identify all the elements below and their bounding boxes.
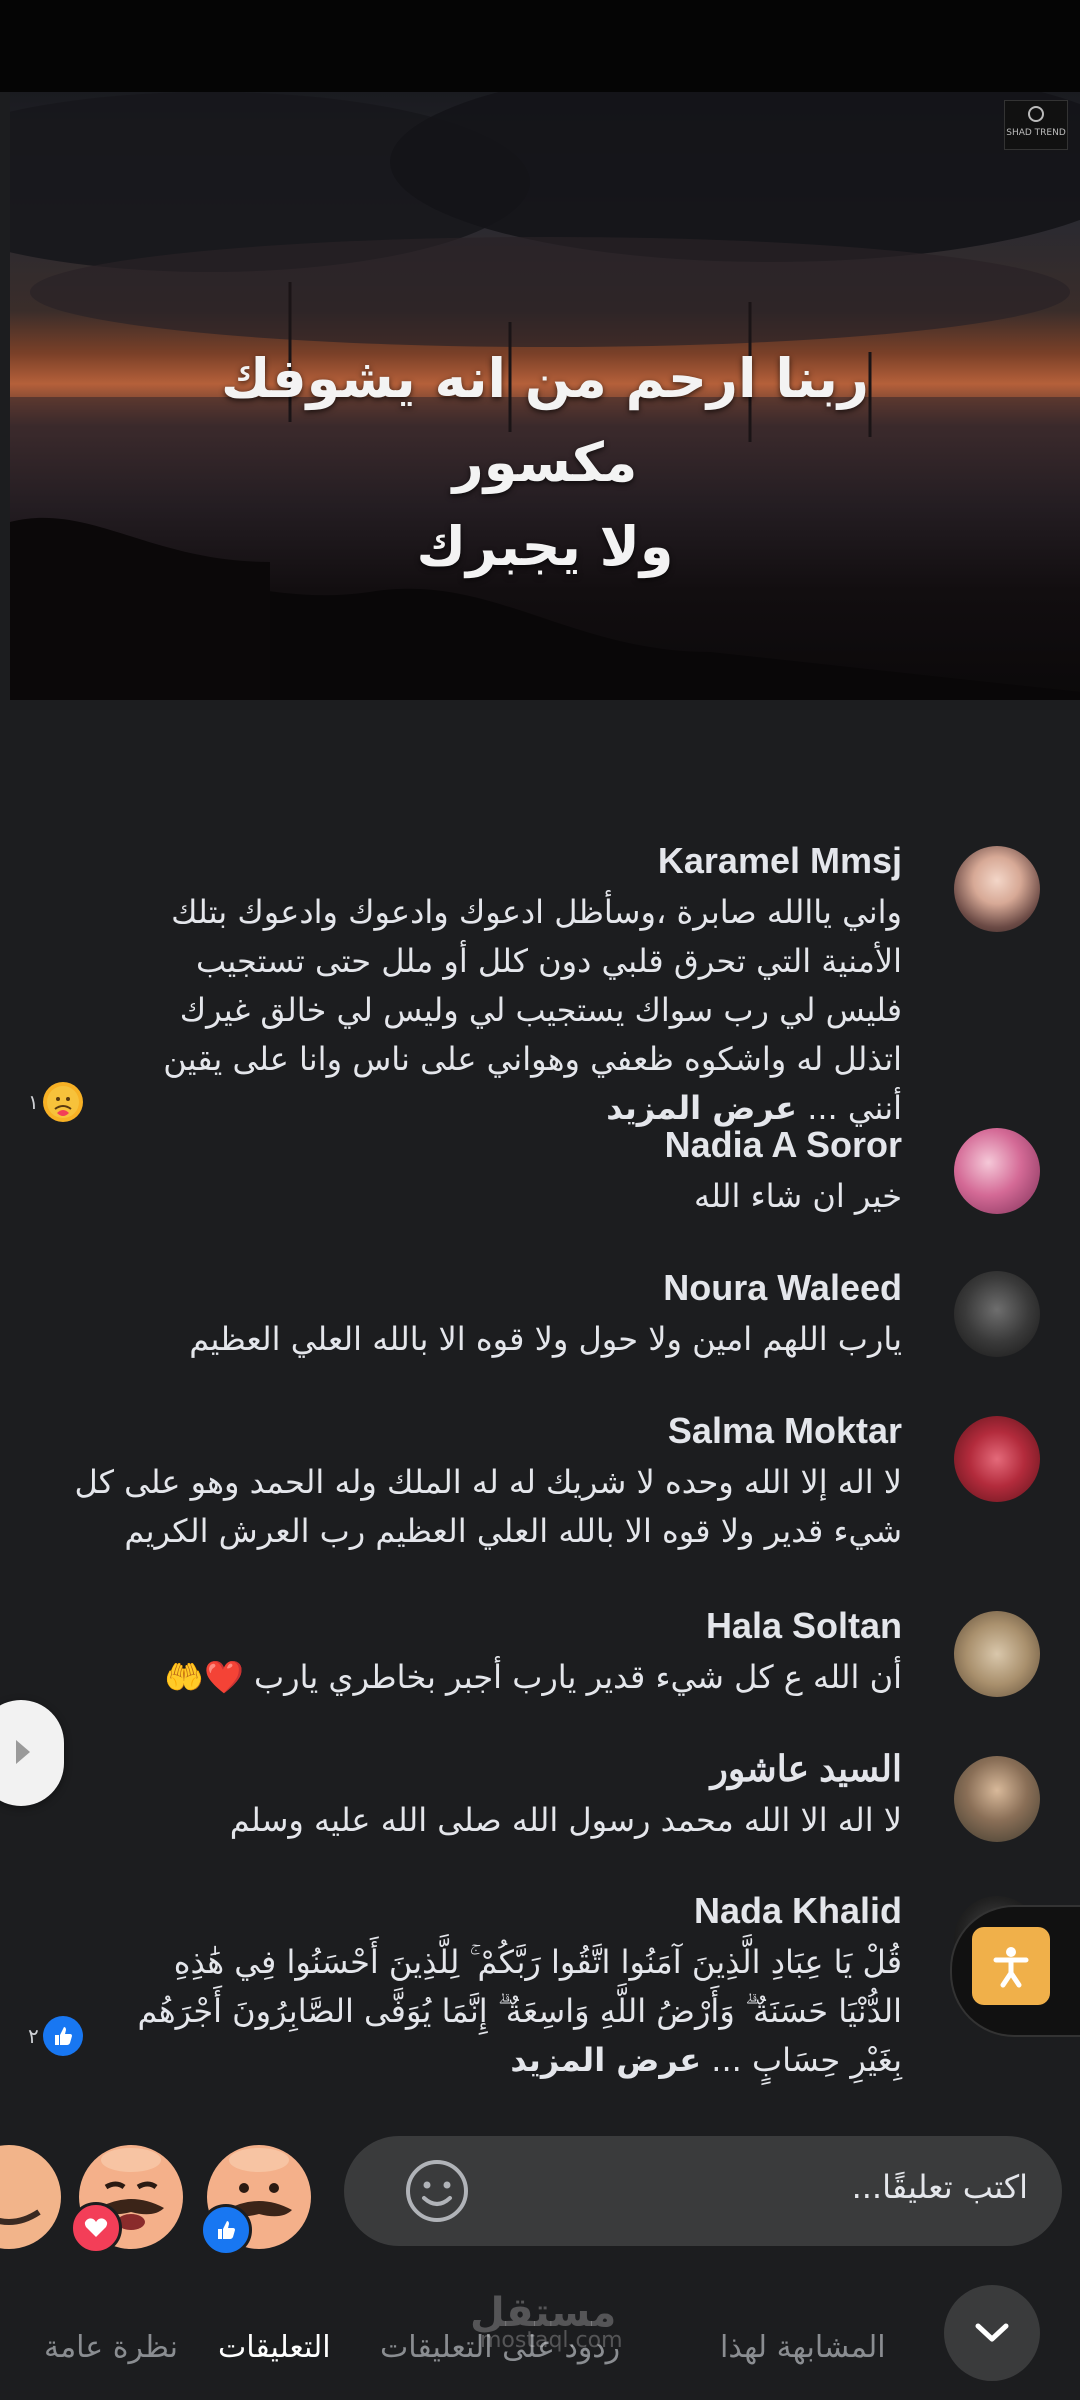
avatar[interactable] — [954, 1416, 1040, 1502]
top-bar — [0, 0, 1080, 92]
comment-item: Salma Moktar لا اله إلا الله وحده لا شري… — [0, 1410, 1080, 1570]
comment-text: أن الله ع كل شيء قدير يارب أجبر بخاطري ي… — [164, 1658, 902, 1696]
comments-list[interactable]: Karamel Mmsj واني ياالله صابرة ،وسأظل اد… — [0, 700, 1080, 2120]
comment-line: بِغَيْرِ حِسَابٍ ... — [711, 2041, 902, 2079]
avatar[interactable] — [954, 1128, 1040, 1214]
reaction-count: ١ — [28, 1090, 39, 1114]
caption-line-2: ولا يجبرك — [416, 515, 674, 578]
comment-text: يارب اللهم امين ولا حول ولا قوه الا بالل… — [189, 1320, 902, 1358]
comment-author[interactable]: Karamel Mmsj — [658, 840, 902, 882]
comment-author[interactable]: السيد عاشور — [711, 1748, 902, 1790]
comment-input-placeholder[interactable]: اكتب تعليقًا... — [852, 2168, 1028, 2206]
comment-line-last: بِغَيْرِ حِسَابٍ ... عرض المزيد — [138, 2036, 902, 2085]
comment-item: Nada Khalid قُلْ يَا عِبَادِ الَّذِينَ آ… — [0, 1890, 1080, 2090]
comment-item: Hala Soltan أن الله ع كل شيء قدير يارب أ… — [0, 1605, 1080, 1725]
comment-line: لا اله إلا الله وحده لا شريك له له الملك… — [74, 1463, 902, 1501]
comment-author[interactable]: Nada Khalid — [694, 1890, 902, 1932]
comment-text: لا اله الا الله محمد رسول الله صلى الله … — [229, 1801, 902, 1839]
tab-overview[interactable]: نظرة عامة — [44, 2330, 178, 2365]
comment-item: السيد عاشور لا اله الا الله محمد رسول ال… — [0, 1748, 1080, 1868]
comment-line: الأمنية التي تحرق قلبي دون كلل أو ملل حت… — [195, 942, 902, 980]
reaction-summary[interactable]: ١ — [28, 1082, 83, 1122]
comment-item: Noura Waleed يارب اللهم امين ولا حول ولا… — [0, 1265, 1080, 1385]
video-caption: ربنا ارحم من انه يشوفك مكسور ولا يجبرك — [140, 337, 950, 589]
avatar[interactable] — [954, 1611, 1040, 1697]
reaction-summary[interactable]: ٢ — [28, 2016, 83, 2056]
avatar[interactable] — [954, 1271, 1040, 1357]
comment-item: Karamel Mmsj واني ياالله صابرة ،وسأظل اد… — [0, 770, 1080, 1127]
avatar[interactable] — [954, 846, 1040, 932]
comment-line: الدُّنْيَا حَسَنَةٌ ۗ وَأَرْضُ اللَّهِ و… — [137, 1992, 903, 2030]
comment-line: واني ياالله صابرة ،وسأظل ادعوك وادعوك وا… — [171, 893, 902, 931]
tab-similar[interactable]: المشابهة لهذا — [720, 2330, 886, 2365]
comment-author[interactable]: Salma Moktar — [668, 1410, 902, 1452]
comment-text: واني ياالله صابرة ،وسأظل ادعوك وادعوك وا… — [163, 888, 902, 1133]
logo-mark-icon — [1028, 106, 1044, 122]
tab-comments[interactable]: التعليقات — [218, 2330, 331, 2365]
love-badge-icon — [70, 2202, 122, 2254]
like-badge-icon — [200, 2204, 252, 2256]
play-arrow-icon — [16, 1740, 30, 1764]
chevron-down-icon — [975, 2323, 1009, 2342]
laugh-emoji-icon[interactable] — [0, 2142, 64, 2252]
accessibility-icon — [993, 1947, 1029, 1988]
see-more-link[interactable]: عرض المزيد — [510, 2041, 701, 2079]
comment-composer[interactable]: اكتب تعليقًا... — [344, 2136, 1062, 2246]
like-icon — [42, 2016, 83, 2056]
comment-line: اتذلل له واشكوه ظعفي وهواني على ناس وانا… — [163, 1040, 902, 1078]
collapse-button[interactable] — [944, 2285, 1040, 2381]
channel-logo-text: SHAD TREND — [1006, 128, 1066, 138]
comment-author[interactable]: Noura Waleed — [663, 1267, 902, 1309]
comment-item: Nadia A Soror خير ان شاء الله — [0, 1120, 1080, 1240]
emoji-picker-icon[interactable] — [404, 2158, 470, 2224]
video-player[interactable]: ربنا ارحم من انه يشوفك مكسور ولا يجبرك S… — [10, 92, 1080, 700]
caption-line-1: ربنا ارحم من انه يشوفك مكسور — [220, 347, 870, 494]
accessibility-button[interactable] — [972, 1927, 1050, 2005]
channel-logo: SHAD TREND — [1004, 100, 1068, 150]
accessibility-widget[interactable] — [950, 1905, 1080, 2037]
watermark-url: mostaql.com — [480, 2328, 623, 2353]
reaction-count: ٢ — [28, 2024, 39, 2048]
comment-line: فليس لي رب سواك يستجيب لي وليس لي خالق غ… — [179, 991, 902, 1029]
comment-line: قُلْ يَا عِبَادِ الَّذِينَ آمَنُوا اتَّق… — [173, 1943, 902, 1981]
care-emoji-icon — [42, 1082, 83, 1122]
comment-text: قُلْ يَا عِبَادِ الَّذِينَ آمَنُوا اتَّق… — [138, 1938, 903, 2085]
comment-author[interactable]: Hala Soltan — [706, 1605, 902, 1647]
comment-text: لا اله إلا الله وحده لا شريك له له الملك… — [74, 1458, 902, 1556]
comment-text: خير ان شاء الله — [694, 1177, 902, 1215]
comment-line: شيء قدير ولا قوه الا بالله العلي العظيم … — [124, 1512, 902, 1550]
avatar[interactable] — [954, 1756, 1040, 1842]
comment-author[interactable]: Nadia A Soror — [665, 1124, 902, 1166]
